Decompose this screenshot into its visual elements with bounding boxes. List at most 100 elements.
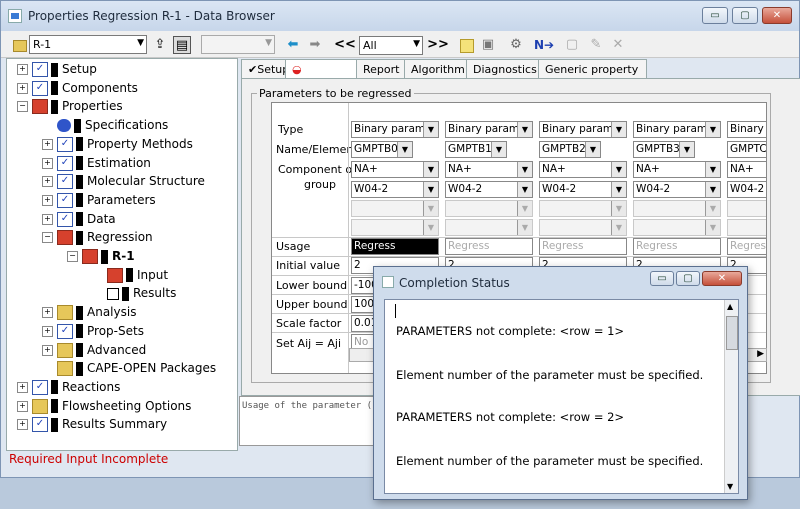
notes-icon[interactable] — [458, 36, 476, 54]
component4-select[interactable]: ▼ — [633, 219, 721, 236]
chevron-down-icon[interactable]: ▼ — [423, 162, 438, 177]
expand-icon[interactable]: + — [42, 176, 53, 188]
type-select[interactable]: Binary paramete ▼ — [633, 121, 721, 138]
dialog-maximize-button[interactable]: ▢ — [676, 271, 700, 286]
chevron-down-icon[interactable]: ▼ — [705, 182, 720, 197]
collapse-icon[interactable]: − — [17, 101, 28, 113]
dialog-message-box[interactable]: PARAMETERS not complete: <row = 1> Eleme… — [384, 299, 739, 494]
usage-cell[interactable]: Regress — [633, 238, 721, 255]
component1-select[interactable]: NA+▼ — [539, 161, 627, 178]
tree-item[interactable]: + Analysis — [42, 303, 136, 321]
scroll-right-icon[interactable]: ▶ — [757, 349, 764, 359]
tree-item[interactable]: − Properties — [17, 97, 123, 115]
chevron-down-icon[interactable]: ▼ — [611, 220, 626, 235]
tree-item[interactable]: + ✓ Setup — [17, 60, 97, 78]
next-nav-button[interactable]: >> — [427, 36, 449, 54]
component4-select[interactable]: ▼ — [351, 219, 439, 236]
component3-select[interactable]: ▼ — [351, 200, 439, 217]
chevron-down-icon[interactable]: ▼ — [423, 220, 438, 235]
usage-cell[interactable]: Regress — [445, 238, 533, 255]
component3-select[interactable]: ▼ — [727, 200, 766, 217]
tree-item[interactable]: + ✓ Prop-Sets — [42, 322, 144, 340]
tree-item[interactable]: + ✓ Parameters — [42, 191, 156, 209]
expand-icon[interactable]: + — [42, 138, 53, 150]
edit-pencil-icon[interactable]: ✎ — [587, 36, 605, 54]
element-select[interactable]: GMPTB1 ▼ — [445, 141, 507, 158]
component1-select[interactable]: NA+▼ — [351, 161, 439, 178]
expand-icon[interactable]: + — [17, 82, 28, 94]
title-bar[interactable]: Properties Regression R-1 - Data Browser… — [1, 1, 799, 31]
filter-select[interactable]: All ▼ — [359, 36, 423, 55]
component2-select[interactable]: W04-2▼ — [727, 181, 766, 198]
toggle-tree-icon[interactable]: ▤ — [173, 36, 191, 54]
element-select[interactable]: GMPTB0 ▼ — [351, 141, 413, 158]
chevron-down-icon[interactable]: ▼ — [705, 201, 720, 216]
component4-select[interactable]: ▼ — [727, 219, 766, 236]
scroll-down-icon[interactable]: ▼ — [727, 482, 733, 491]
component3-select[interactable]: ▼ — [633, 200, 721, 217]
collapse-icon[interactable]: − — [42, 232, 53, 244]
component2-select[interactable]: W04-2▼ — [539, 181, 627, 198]
expand-icon[interactable]: + — [42, 325, 53, 337]
chevron-down-icon[interactable]: ▼ — [705, 162, 720, 177]
tree-item[interactable]: + ✓ Property Methods — [42, 135, 193, 153]
chevron-down-icon[interactable]: ▼ — [679, 142, 694, 157]
chevron-down-icon[interactable]: ▼ — [585, 142, 600, 157]
previous-button[interactable]: << — [334, 36, 356, 54]
navigation-tree[interactable]: + ✓ Setup + ✓ Components − Properties Specificat… — [6, 58, 238, 451]
component1-select[interactable]: NA+▼ — [633, 161, 721, 178]
tree-item[interactable]: + ✓ Reactions — [17, 378, 120, 396]
expand-icon[interactable]: + — [42, 344, 53, 356]
tree-item[interactable]: + Advanced — [42, 341, 146, 359]
chevron-down-icon[interactable]: ▼ — [423, 122, 438, 137]
tree-item[interactable]: + ✓ Estimation — [42, 154, 151, 172]
chevron-down-icon[interactable]: ▼ — [611, 182, 626, 197]
folder-up-icon[interactable]: ⇪ — [151, 36, 169, 54]
chevron-down-icon[interactable]: ▼ — [491, 142, 506, 157]
usage-cell[interactable]: Regress — [539, 238, 627, 255]
element-select[interactable]: GMPTB3 ▼ — [633, 141, 695, 158]
component4-select[interactable]: ▼ — [539, 219, 627, 236]
component3-select[interactable]: ▼ — [539, 200, 627, 217]
close-button[interactable]: ✕ — [762, 7, 792, 24]
expand-icon[interactable]: + — [42, 213, 53, 225]
tree-item[interactable]: − R-1 — [67, 247, 135, 265]
chevron-down-icon[interactable]: ▼ — [611, 122, 626, 137]
type-select[interactable]: Binary pa▼ — [727, 121, 766, 138]
chevron-down-icon[interactable]: ▼ — [397, 142, 412, 157]
chevron-down-icon[interactable]: ▼ — [705, 220, 720, 235]
block-selector[interactable]: R-1 ▼ — [29, 35, 147, 54]
component2-select[interactable]: W04-2▼ — [633, 181, 721, 198]
expand-icon[interactable]: + — [42, 194, 53, 206]
chevron-down-icon[interactable]: ▼ — [423, 182, 438, 197]
element-select[interactable]: GMPTB2 ▼ — [539, 141, 601, 158]
scroll-up-icon[interactable]: ▲ — [727, 302, 733, 311]
tree-item[interactable]: CAPE-OPEN Packages — [42, 359, 216, 377]
chevron-down-icon[interactable]: ▼ — [517, 220, 532, 235]
chevron-down-icon[interactable]: ▼ — [517, 182, 532, 197]
component1-select[interactable]: NA+▼ — [445, 161, 533, 178]
type-select[interactable]: Binary paramete ▼ — [351, 121, 439, 138]
next-button[interactable]: N➔ — [533, 36, 555, 54]
back-arrow-icon[interactable]: ⬅ — [284, 36, 302, 54]
tree-item[interactable]: + ✓ Components — [17, 79, 138, 97]
chevron-down-icon[interactable]: ▼ — [611, 201, 626, 216]
type-select[interactable]: Binary paramete ▼ — [445, 121, 533, 138]
tree-item[interactable]: − Regression — [42, 228, 153, 246]
component1-select[interactable]: NA+▼ — [727, 161, 766, 178]
tree-item[interactable]: + Flowsheeting Options — [17, 397, 191, 415]
forward-arrow-icon[interactable]: ➡ — [306, 36, 324, 54]
chevron-down-icon[interactable]: ▼ — [517, 122, 532, 137]
tree-item[interactable]: + ✓ Data — [42, 210, 116, 228]
minimize-button[interactable]: ▭ — [702, 7, 728, 24]
element-select[interactable]: GMPTC▼ — [727, 141, 766, 158]
collapse-icon[interactable]: − — [67, 251, 78, 262]
tree-item[interactable]: + ✓ Molecular Structure — [42, 172, 205, 190]
component2-select[interactable]: W04-2▼ — [351, 181, 439, 198]
expand-icon[interactable]: + — [17, 64, 28, 75]
tree-item[interactable]: Specifications — [42, 116, 168, 134]
dialog-close-button[interactable]: ✕ — [702, 271, 742, 286]
tree-item[interactable]: Results — [92, 284, 176, 302]
chevron-down-icon[interactable]: ▼ — [705, 122, 720, 137]
chevron-down-icon[interactable]: ▼ — [423, 201, 438, 216]
